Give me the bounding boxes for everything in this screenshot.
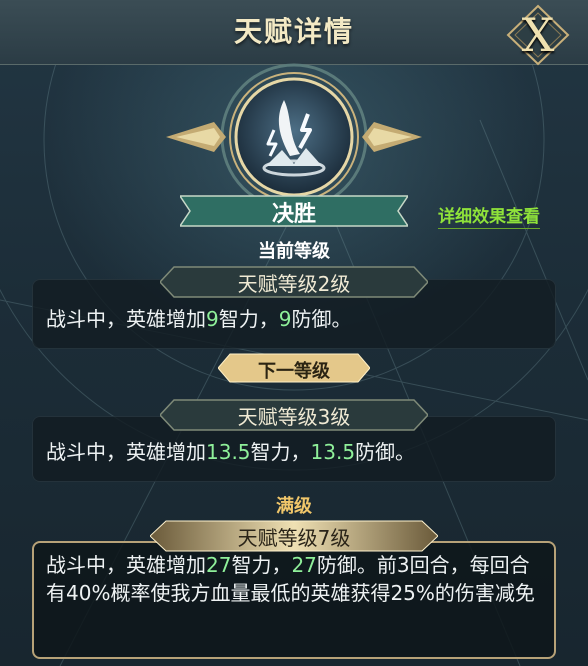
talent-name: 决胜 (271, 202, 316, 227)
max-effect-box: 战斗中，英雄增加27智力，27防御。前3回合，每回合有40%概率使我方血量最低的… (32, 541, 556, 659)
detail-effect-link[interactable]: 详细效果查看 (438, 202, 540, 229)
max-level-title: 天赋等级7级 (237, 526, 351, 550)
next-level-title: 天赋等级3级 (237, 405, 351, 429)
current-effect-text: 战斗中，英雄增加9智力，9防御。 (46, 307, 352, 331)
current-level-label: 当前等级 (258, 241, 330, 262)
talent-detail-panel: 天赋详情 X 决胜 详细效果查看 当前等级 战斗中，英雄增加9智力，9防御。 天… (0, 0, 588, 666)
page-title: 天赋详情 (233, 15, 354, 48)
next-level-label: 下一等级 (258, 361, 330, 382)
max-effect-text: 战斗中，英雄增加27智力，27防御。前3回合，每回合有40%概率使我方血量最低的… (46, 553, 535, 605)
lightning-strike-icon (244, 90, 344, 190)
header-bar: 天赋详情 (0, 0, 588, 65)
next-effect-text: 战斗中，英雄增加13.5智力，13.5防御。 (46, 440, 416, 464)
current-level-title-top: 天赋等级2级 (237, 272, 351, 296)
close-label: X (521, 8, 555, 62)
next-level-tag: 下一等级 (217, 353, 371, 383)
close-button[interactable]: X (506, 4, 570, 66)
max-level-label: 满级 (276, 496, 312, 517)
